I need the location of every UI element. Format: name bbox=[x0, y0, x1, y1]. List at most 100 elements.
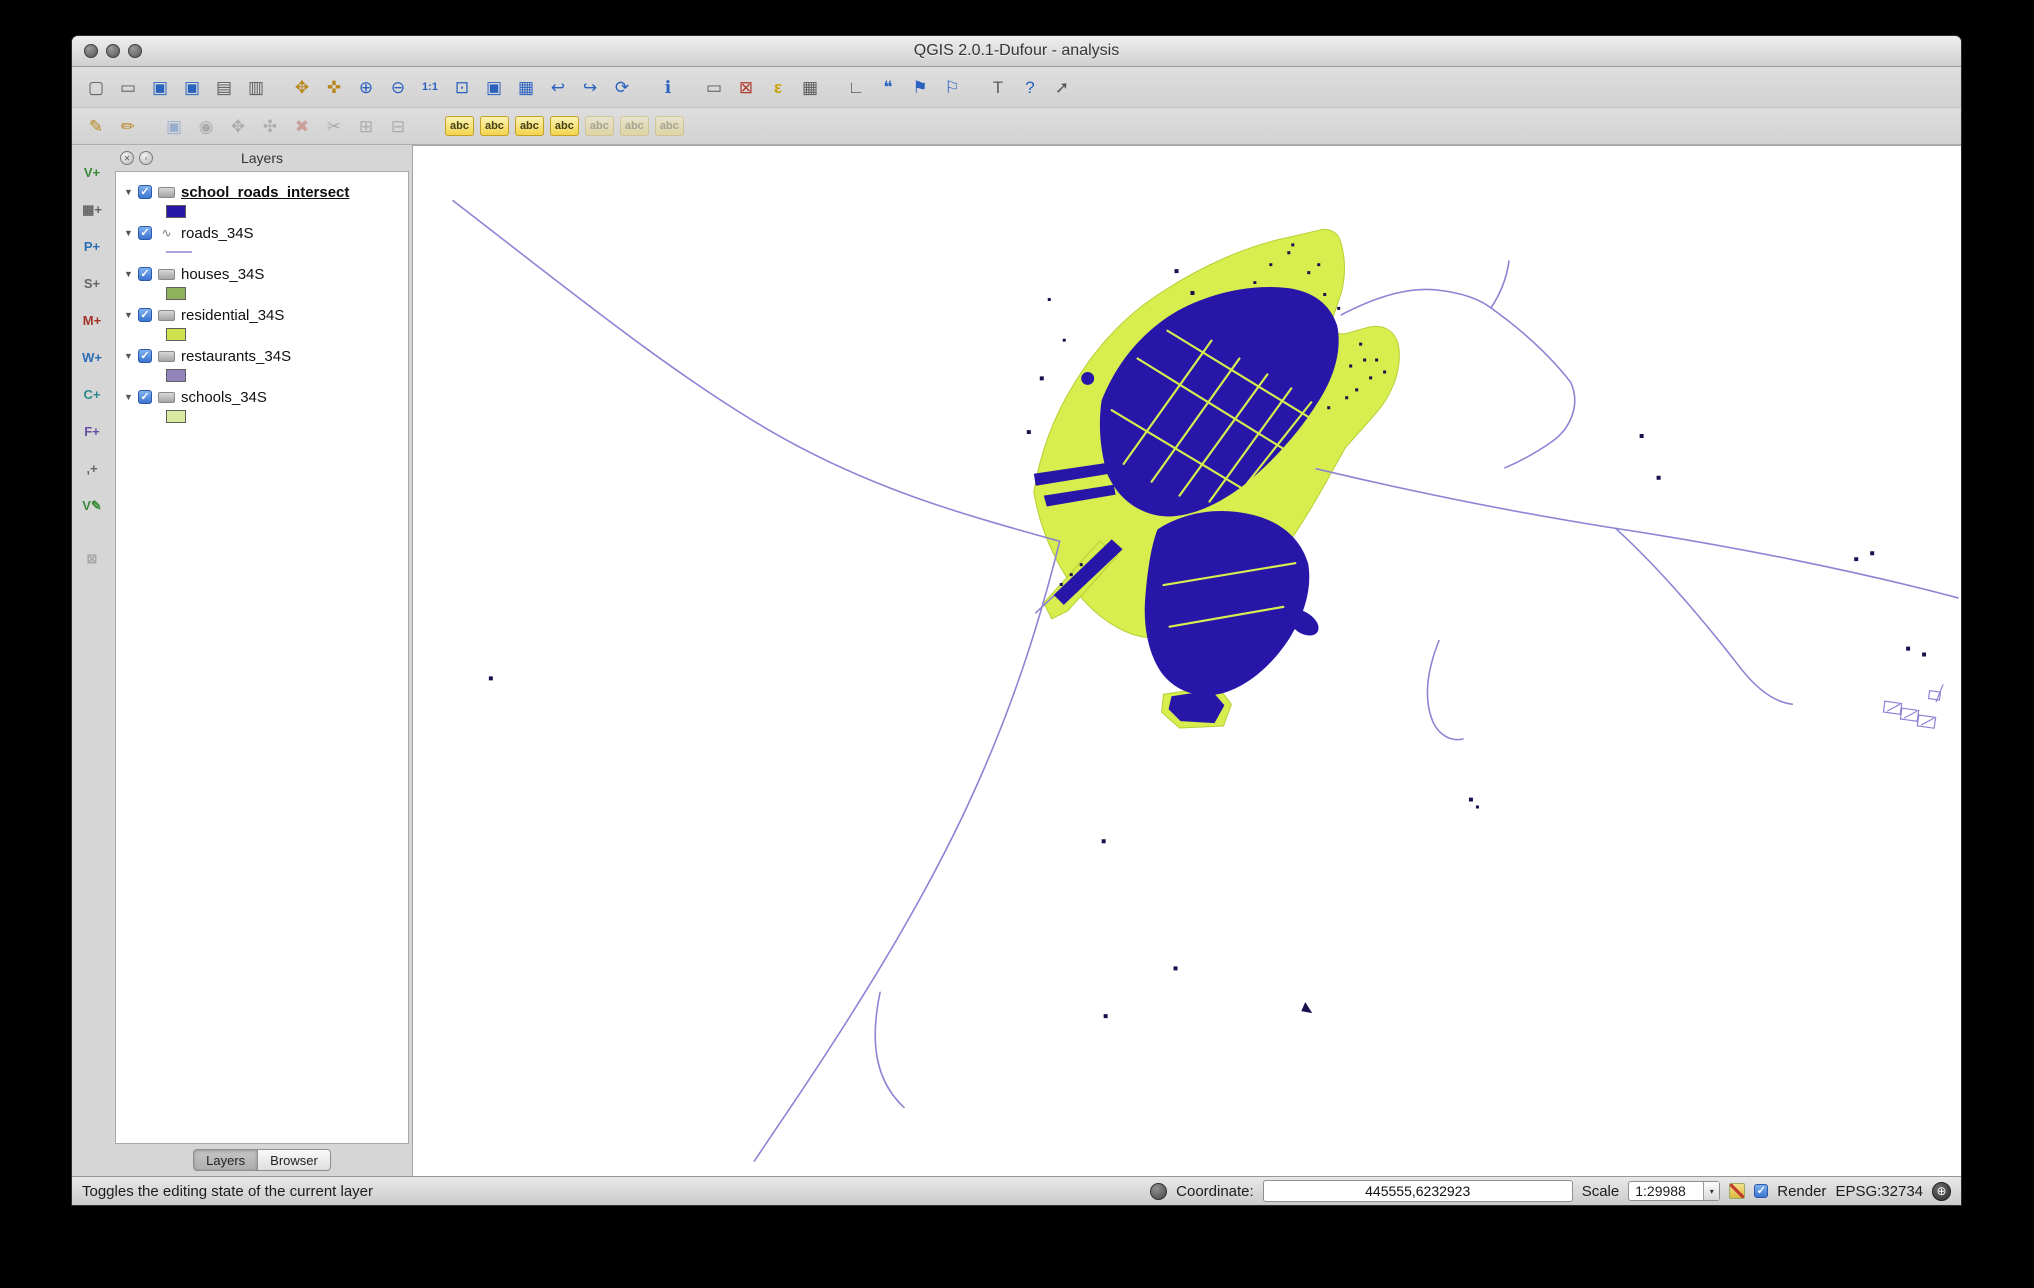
save-project-as-button[interactable]: ▣ bbox=[177, 73, 207, 101]
expand-triangle-icon[interactable] bbox=[124, 392, 138, 402]
expand-triangle-icon[interactable] bbox=[124, 310, 138, 320]
text-annotation-button[interactable]: T bbox=[983, 73, 1013, 101]
select-by-expression-button[interactable]: ε bbox=[763, 73, 793, 101]
zoom-out-button[interactable]: ⊖ bbox=[383, 73, 413, 101]
add-spatialite-layer-button[interactable]: S+ bbox=[78, 270, 106, 296]
copy-features-button[interactable]: ⊞ bbox=[351, 112, 381, 140]
zoom-in-button[interactable]: ⊕ bbox=[351, 73, 381, 101]
tab-layers[interactable]: Layers bbox=[193, 1149, 257, 1171]
add-vector-layer-button[interactable]: V+ bbox=[78, 159, 106, 185]
zoom-button[interactable] bbox=[128, 44, 142, 58]
zoom-to-selection-button[interactable]: ▣ bbox=[479, 73, 509, 101]
layer-name[interactable]: residential_34S bbox=[181, 307, 284, 324]
select-features-button[interactable]: ▭ bbox=[699, 73, 729, 101]
layer-labeling-options-button[interactable]: abc bbox=[445, 116, 474, 136]
zoom-next-button[interactable]: ↪ bbox=[575, 73, 605, 101]
label-show-hide-button[interactable]: abc bbox=[515, 116, 544, 136]
layer-checkbox[interactable] bbox=[138, 267, 152, 281]
layer-item-houses-34s[interactable]: houses_34S bbox=[116, 262, 408, 286]
label-properties-button[interactable]: abc bbox=[620, 116, 649, 136]
new-bookmark-button[interactable]: ⚑ bbox=[905, 73, 935, 101]
layer-name[interactable]: schools_34S bbox=[181, 389, 267, 406]
map-canvas[interactable] bbox=[413, 145, 1961, 1176]
layer-item-restaurants-34s[interactable]: restaurants_34S bbox=[116, 344, 408, 368]
new-project-button[interactable]: ▢ bbox=[81, 73, 111, 101]
move-feature-button[interactable]: ✥ bbox=[223, 112, 253, 140]
cut-features-button[interactable]: ✂ bbox=[319, 112, 349, 140]
expand-triangle-icon[interactable] bbox=[124, 351, 138, 361]
layer-tree: school_roads_intersect roads_34S bbox=[115, 171, 409, 1144]
remove-layer-button[interactable]: ⊠ bbox=[78, 545, 106, 571]
scale-combo[interactable]: 1:29988 ▾ bbox=[1628, 1181, 1720, 1201]
zoom-full-button[interactable]: ⊡ bbox=[447, 73, 477, 101]
new-shapefile-layer-button[interactable]: V✎ bbox=[78, 492, 106, 518]
crs-status-button[interactable] bbox=[1932, 1182, 1951, 1201]
expand-triangle-icon[interactable] bbox=[124, 187, 138, 197]
layer-item-schools-34s[interactable]: schools_34S bbox=[116, 385, 408, 409]
add-mssql-layer-button[interactable]: M+ bbox=[78, 307, 106, 333]
panel-float-button[interactable] bbox=[139, 151, 153, 165]
whats-this-button[interactable]: ➚ bbox=[1047, 73, 1077, 101]
label-move-button[interactable]: abc bbox=[550, 116, 579, 136]
node-tool-button[interactable]: ✣ bbox=[255, 112, 285, 140]
stop-rendering-icon[interactable] bbox=[1729, 1183, 1745, 1199]
add-raster-layer-button[interactable]: ▦+ bbox=[78, 196, 106, 222]
zoom-last-button[interactable]: ↩ bbox=[543, 73, 573, 101]
layer-name[interactable]: school_roads_intersect bbox=[181, 184, 349, 201]
layer-checkbox[interactable] bbox=[138, 308, 152, 322]
expand-triangle-icon[interactable] bbox=[124, 228, 138, 238]
new-print-composer-button[interactable]: ▤ bbox=[209, 73, 239, 101]
save-project-button[interactable]: ▣ bbox=[145, 73, 175, 101]
help-button[interactable]: ? bbox=[1015, 73, 1045, 101]
map-render bbox=[413, 146, 1961, 1176]
minimize-button[interactable] bbox=[106, 44, 120, 58]
render-checkbox[interactable] bbox=[1754, 1184, 1768, 1198]
add-postgis-layer-button[interactable]: P+ bbox=[78, 233, 106, 259]
layer-item-school-roads-intersect[interactable]: school_roads_intersect bbox=[116, 180, 408, 204]
open-attribute-table-button[interactable]: ▦ bbox=[795, 73, 825, 101]
expand-triangle-icon[interactable] bbox=[124, 269, 138, 279]
layer-name[interactable]: houses_34S bbox=[181, 266, 264, 283]
label-pin-button[interactable]: abc bbox=[480, 116, 509, 136]
coordinate-input[interactable] bbox=[1263, 1180, 1573, 1202]
layer-item-residential-34s[interactable]: residential_34S bbox=[116, 303, 408, 327]
pan-map-button[interactable]: ✥ bbox=[287, 73, 317, 101]
identify-features-button[interactable]: ℹ bbox=[653, 73, 683, 101]
layer-name[interactable]: roads_34S bbox=[181, 225, 254, 242]
map-tips-button[interactable]: ❝ bbox=[873, 73, 903, 101]
tab-browser[interactable]: Browser bbox=[257, 1149, 331, 1171]
pan-to-selection-button[interactable]: ✜ bbox=[319, 73, 349, 101]
paste-features-button[interactable]: ⊟ bbox=[383, 112, 413, 140]
zoom-actual-button[interactable]: 1:1 bbox=[415, 73, 445, 101]
layers-panel-title: Layers bbox=[241, 150, 283, 166]
save-layer-edits-button[interactable]: ▣ bbox=[159, 112, 189, 140]
composer-manager-button[interactable]: ▥ bbox=[241, 73, 271, 101]
current-edits-button[interactable]: ✎ bbox=[81, 112, 111, 140]
add-delimited-text-layer-button[interactable]: ,+ bbox=[78, 455, 106, 481]
add-wms-layer-button[interactable]: W+ bbox=[78, 344, 106, 370]
mouse-position-icon[interactable] bbox=[1150, 1183, 1167, 1200]
toolbar-separator bbox=[684, 75, 698, 99]
layer-checkbox[interactable] bbox=[138, 185, 152, 199]
add-feature-button[interactable]: ◉ bbox=[191, 112, 221, 140]
scale-label: Scale bbox=[1582, 1183, 1620, 1200]
map-refresh-button[interactable]: ⟳ bbox=[607, 73, 637, 101]
add-wfs-layer-button[interactable]: F+ bbox=[78, 418, 106, 444]
label-rotate-button[interactable]: abc bbox=[585, 116, 614, 136]
panel-close-button[interactable] bbox=[120, 151, 134, 165]
open-project-button[interactable]: ▭ bbox=[113, 73, 143, 101]
layer-name[interactable]: restaurants_34S bbox=[181, 348, 291, 365]
toggle-editing-button[interactable]: ✏ bbox=[113, 112, 143, 140]
layer-checkbox[interactable] bbox=[138, 349, 152, 363]
layer-checkbox[interactable] bbox=[138, 390, 152, 404]
layer-item-roads-34s[interactable]: roads_34S bbox=[116, 221, 408, 245]
add-wcs-layer-button[interactable]: C+ bbox=[78, 381, 106, 407]
delete-selected-button[interactable]: ✖ bbox=[287, 112, 317, 140]
show-bookmarks-button[interactable]: ⚐ bbox=[937, 73, 967, 101]
layer-checkbox[interactable] bbox=[138, 226, 152, 240]
zoom-to-layer-button[interactable]: ▦ bbox=[511, 73, 541, 101]
layer-diagram-options-button[interactable]: abc bbox=[655, 116, 684, 136]
deselect-features-button[interactable]: ⊠ bbox=[731, 73, 761, 101]
close-button[interactable] bbox=[84, 44, 98, 58]
measure-line-button[interactable]: ∟ bbox=[841, 73, 871, 101]
